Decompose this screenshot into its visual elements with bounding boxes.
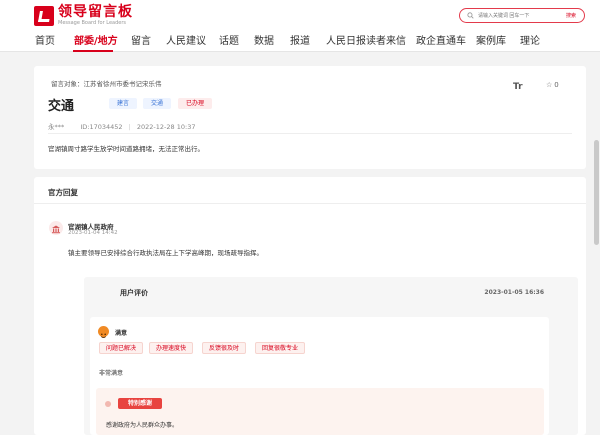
reply-time: 2023-01-04 14:42 [68,230,118,236]
logo-title: 领导留言板 [58,4,133,20]
nav-home[interactable]: 首页 [35,32,55,47]
search-icon [467,12,474,19]
nav-case-library[interactable]: 案例库 [476,32,506,47]
eval-pill-professional: 回复很敬专业 [255,342,306,354]
reply-heading: 官方回复 [48,188,78,197]
message-content: 官湖镇周寸路学生放学时间道路拥堵，无法正常出行。 [48,145,204,153]
search-box: 搜索 [459,8,585,23]
nav-topics[interactable]: 话题 [219,32,239,47]
eval-pill-resolved: 问题已解决 [99,342,144,354]
font-size-icon[interactable]: Tr [513,82,523,92]
message-card: 留言对象：江苏省徐州市委书记宋乐伟 交通 建言 交通 已办理 Tr ☆ 0 永*… [34,66,586,169]
tag-traffic[interactable]: 交通 [143,98,172,109]
user-evaluation: 用户评价 2023-01-05 16:36 满意 问题已解决 办理速度快 反馈很… [84,277,578,435]
satisfaction-level: 满意 [115,330,128,337]
smiley-face-icon [98,326,109,338]
evaluation-date: 2023-01-05 16:36 [484,289,544,296]
favorite-button[interactable]: ☆ 0 [546,81,559,89]
search-input[interactable] [478,11,558,20]
nav-theory[interactable]: 理论 [520,32,540,47]
divider [48,133,572,134]
message-target: 留言对象：江苏省徐州市委书记宋乐伟 [51,80,162,88]
thanks-dot-icon [105,401,111,407]
favorite-count: 0 [554,81,559,89]
nav-ministries-local[interactable]: 部委/地方 [74,32,118,47]
tag-status: 已办理 [178,98,213,109]
site-header: 领导留言板 Message Board for Leaders 搜索 首页 部委… [0,0,600,52]
nav-reader-letters[interactable]: 人民日报读者来信 [326,32,406,47]
page-scrollbar[interactable] [594,140,599,245]
divider [34,203,586,204]
message-id: ID:17034452 [80,123,123,131]
message-title: 交通 [48,99,75,114]
eval-pill-timely: 反馈很及时 [202,342,247,354]
message-date: 2022-12-28 10:37 [136,123,196,131]
tag-suggestion[interactable]: 建言 [109,98,138,109]
government-building-icon [49,221,63,235]
star-icon: ☆ [546,81,553,89]
nav-data[interactable]: 数据 [254,32,274,47]
nav-active-indicator [73,50,113,52]
evaluation-detail: 满意 问题已解决 办理速度快 反馈很及时 回复很敬专业 非常满意 特别感谢 感谢… [90,317,549,435]
official-reply-card: 官方回复 官湖镇人民政府 2023-01-04 14:42 镇主要领导已安排综合… [34,177,586,435]
special-thanks-box: 特别感谢 感谢政府为人民群众办事。 [96,388,544,435]
search-button[interactable]: 搜索 [566,12,576,19]
nav-business-channel[interactable]: 政企直通车 [416,32,466,47]
reply-text: 镇主要领导已安排综合行政执法局在上下学高峰期，现场疏导指挥。 [68,249,263,257]
eval-pill-fast: 办理速度快 [149,342,194,354]
evaluation-comment: 非常满意 [99,370,124,377]
logo-mark-icon [34,5,54,26]
nav-reports[interactable]: 报道 [290,32,310,47]
nav-suggestions[interactable]: 人民建议 [166,32,206,47]
site-logo[interactable]: 领导留言板 Message Board for Leaders [34,5,133,26]
main-nav: 首页 部委/地方 留言 人民建议 话题 数据 报道 人民日报读者来信 政企直通车… [0,26,600,52]
thanks-text: 感谢政府为人民群众办事。 [106,422,179,429]
evaluation-title: 用户评价 [120,289,148,297]
message-meta: 永*** ID:17034452 | 2022-12-28 10:37 [48,123,196,131]
nav-messages[interactable]: 留言 [131,32,151,47]
message-author: 永*** [48,123,65,131]
special-thanks-badge: 特别感谢 [118,398,163,409]
